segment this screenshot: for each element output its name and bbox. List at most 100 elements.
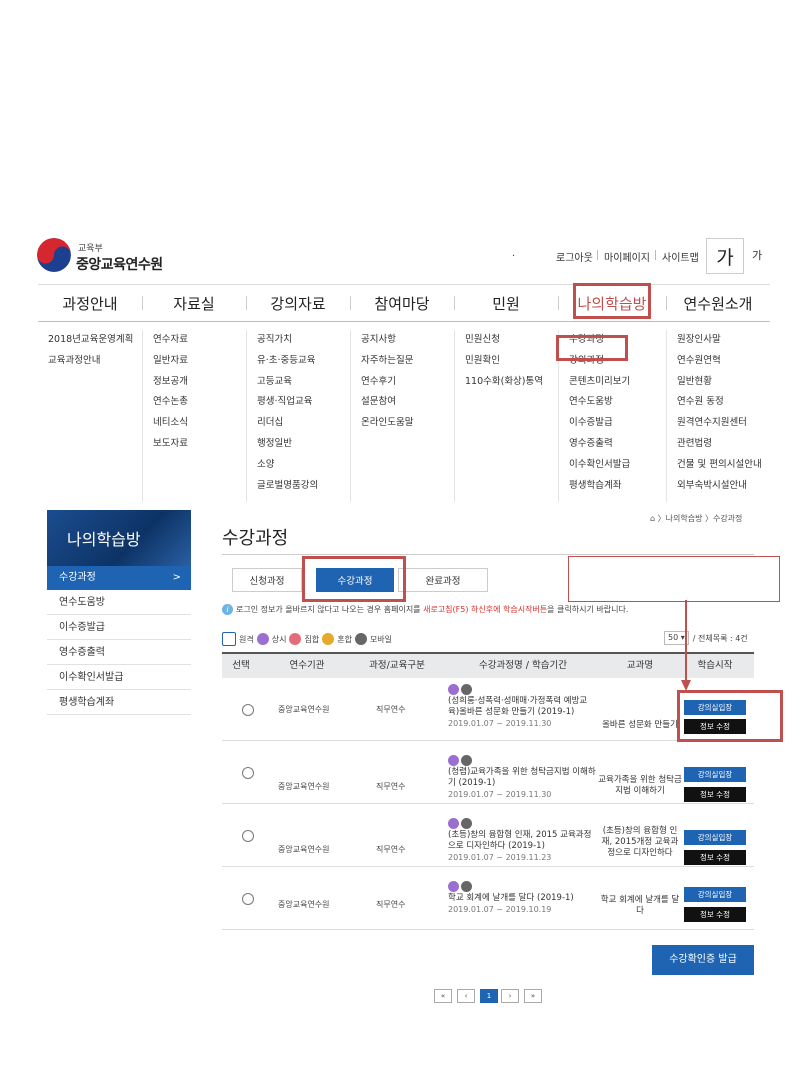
remote-icon bbox=[222, 632, 236, 646]
sidebar-item-courses[interactable]: 수강과정 > bbox=[47, 566, 191, 590]
mega-menu-link[interactable]: 네티소식 bbox=[143, 413, 247, 434]
mega-menu-link[interactable]: 민원신청 bbox=[455, 330, 559, 351]
mega-menu-link[interactable]: 보도자료 bbox=[143, 434, 247, 455]
mega-menu-link[interactable]: 리더십 bbox=[247, 413, 351, 434]
mega-menu-link[interactable]: 연수원 동정 bbox=[667, 392, 771, 413]
prev-page-button[interactable]: ‹ bbox=[457, 989, 475, 1003]
mega-menu-link[interactable]: 콘텐츠미리보기 bbox=[559, 372, 663, 393]
sidebar-item-help[interactable]: 연수도움방 bbox=[47, 591, 191, 615]
mega-menu-link[interactable]: 2018년교육운영계획 bbox=[38, 330, 142, 351]
mega-menu-link[interactable]: 행정일반 bbox=[247, 434, 351, 455]
mega-menu-link[interactable]: 공직가치 bbox=[247, 330, 351, 351]
last-page-button[interactable]: » bbox=[524, 989, 542, 1003]
row-radio[interactable] bbox=[242, 893, 254, 905]
row-course: (청렴)교육가족을 위한 청탁금지법 이해하기 (2019-1) 2019.01… bbox=[448, 755, 596, 800]
edit-info-button[interactable]: 정보 수정 bbox=[684, 907, 746, 922]
mega-menu-link[interactable]: 고등교육 bbox=[247, 372, 351, 393]
mega-menu-link[interactable]: 교육과정안내 bbox=[38, 351, 142, 372]
first-page-button[interactable]: « bbox=[434, 989, 452, 1003]
sidebar-item-confirmation[interactable]: 이수확인서발급 bbox=[47, 666, 191, 690]
row-radio[interactable] bbox=[242, 767, 254, 779]
col-course-name: 수강과정명 / 학습기간 bbox=[479, 660, 567, 671]
mega-menu-column: 원장인사말 연수원연혁 일반현황 연수원 동정 원격연수지원센터 관련법령 건물… bbox=[666, 330, 771, 502]
mega-menu-link[interactable]: 정보공개 bbox=[143, 372, 247, 393]
mega-menu-link[interactable]: 자주하는질문 bbox=[351, 351, 455, 372]
next-page-button[interactable]: › bbox=[501, 989, 519, 1003]
gnb-participation[interactable]: 참여마당 bbox=[350, 285, 454, 321]
notice-emphasis: 새로고침(F5) 하신후에 학습시작버튼 bbox=[423, 605, 548, 614]
row-course-title[interactable]: (청렴)교육가족을 위한 청탁금지법 이해하기 (2019-1) bbox=[448, 767, 596, 788]
gnb-highlight-box bbox=[573, 283, 651, 319]
row-subject: 교육가족을 위한 청탁금지법 이해하기 bbox=[598, 775, 682, 796]
font-size-small-button[interactable]: 가 bbox=[744, 238, 770, 272]
gnb-civil-affairs[interactable]: 민원 bbox=[454, 285, 558, 321]
edit-info-button[interactable]: 정보 수정 bbox=[684, 787, 746, 802]
tab-highlight-box bbox=[302, 556, 406, 602]
row-course-title[interactable]: (초등)창의 융합형 인재, 2015 교육과정으로 디자인하다 (2019-1… bbox=[448, 830, 591, 851]
mega-menu-link[interactable]: 이수확인서발급 bbox=[559, 455, 663, 476]
mega-menu-link[interactable]: 연수도움방 bbox=[559, 392, 663, 413]
font-size-large-button[interactable]: 가 bbox=[706, 238, 744, 274]
logo-institute-name[interactable]: 중앙교육연수원 bbox=[76, 254, 163, 274]
mega-menu-link[interactable]: 평생학습계좌 bbox=[559, 476, 663, 497]
mega-menu-link[interactable]: 원장인사말 bbox=[667, 330, 771, 351]
mega-menu-link[interactable]: 공지사항 bbox=[351, 330, 455, 351]
sidebar-item-receipt[interactable]: 영수증출력 bbox=[47, 641, 191, 665]
enter-classroom-button[interactable]: 강의실입장 bbox=[684, 767, 746, 782]
gnb-resources[interactable]: 자료실 bbox=[142, 285, 246, 321]
annotation-box bbox=[568, 556, 780, 602]
mega-menu-link[interactable]: 민원확인 bbox=[455, 351, 559, 372]
mega-menu-link[interactable]: 유·초·중등교육 bbox=[247, 351, 351, 372]
notice-text: 을 클릭하시기 바랍니다. bbox=[547, 605, 629, 614]
edit-info-button[interactable]: 정보 수정 bbox=[684, 850, 746, 865]
page-1-button[interactable]: 1 bbox=[480, 989, 498, 1003]
mega-menu-link[interactable]: 관련법령 bbox=[667, 434, 771, 455]
mega-menu-link[interactable]: 소양 bbox=[247, 455, 351, 476]
sidebar-item-learning-account[interactable]: 평생학습계좌 bbox=[47, 691, 191, 715]
legend-label: 집합 bbox=[304, 634, 320, 644]
mega-menu-link[interactable]: 연수후기 bbox=[351, 372, 455, 393]
mega-menu-link[interactable]: 연수논총 bbox=[143, 392, 247, 413]
mega-menu-column: 공직가치 유·초·중등교육 고등교육 평생·직업교육 리더십 행정일반 소양 글… bbox=[246, 330, 351, 502]
mega-menu-link[interactable]: 이수증발급 bbox=[559, 413, 663, 434]
row-period: 2019.01.07 ~ 2019.11.30 bbox=[448, 719, 552, 728]
mega-menu-link[interactable]: 설문참여 bbox=[351, 392, 455, 413]
ministry-logo-icon[interactable] bbox=[37, 238, 71, 272]
mega-menu-link[interactable]: 온라인도움말 bbox=[351, 413, 455, 434]
gnb-about[interactable]: 연수원소개 bbox=[666, 285, 770, 321]
mega-menu-link[interactable]: 글로벌명품강의 bbox=[247, 476, 351, 497]
mega-menu-link[interactable]: 연수원연혁 bbox=[667, 351, 771, 372]
tab-completed-courses[interactable]: 완료과정 bbox=[398, 568, 488, 592]
mega-menu-link[interactable]: 원격연수지원센터 bbox=[667, 413, 771, 434]
row-radio[interactable] bbox=[242, 830, 254, 842]
gnb-course-info[interactable]: 과정안내 bbox=[38, 285, 142, 321]
row-course-title[interactable]: (성희롱·성폭력·성매매·가정폭력 예방교육)올바른 성문화 만들기 (2019… bbox=[448, 696, 587, 717]
mega-menu-link[interactable]: 연수자료 bbox=[143, 330, 247, 351]
mega-menu-link[interactable]: 영수증출력 bbox=[559, 434, 663, 455]
sidebar-item-certificate[interactable]: 이수증발급 bbox=[47, 616, 191, 640]
logout-link[interactable]: 로그아웃 bbox=[556, 249, 593, 264]
mega-menu-link[interactable]: 일반현황 bbox=[667, 372, 771, 393]
util-divider bbox=[655, 250, 656, 260]
gnb-lecture-materials[interactable]: 강의자료 bbox=[246, 285, 350, 321]
mega-menu-link[interactable]: 평생·직업교육 bbox=[247, 392, 351, 413]
issue-certificate-button[interactable]: 수강확인증 발급 bbox=[652, 945, 754, 975]
enter-classroom-button[interactable]: 강의실입장 bbox=[684, 830, 746, 845]
sitemap-link[interactable]: 사이트맵 bbox=[662, 249, 699, 264]
row-course-title[interactable]: 학교 회계에 날개를 달다 (2019-1) bbox=[448, 893, 574, 903]
tab-applied-courses[interactable]: 신청과정 bbox=[232, 568, 302, 592]
mega-menu-link[interactable]: 외부숙박시설안내 bbox=[667, 476, 771, 497]
mega-menu-link[interactable]: 건물 및 편의시설안내 bbox=[667, 455, 771, 476]
mega-menu-link[interactable]: 일반자료 bbox=[143, 351, 247, 372]
row-institution: 중앙교육연수원 bbox=[278, 782, 330, 791]
home-icon[interactable]: ⌂ bbox=[650, 514, 655, 523]
sidebar-item-label: 수강과정 bbox=[59, 572, 96, 583]
table-header: 선택 연수기관 과정/교육구분 수강과정명 / 학습기간 교과명 학습시작 bbox=[222, 652, 754, 678]
total-count: / 전체목록 : 4건 bbox=[692, 633, 748, 643]
breadcrumb-text: 〉나의학습방 〉수강과정 bbox=[657, 514, 743, 523]
enter-classroom-button[interactable]: 강의실입장 bbox=[684, 887, 746, 902]
mega-menu-link[interactable]: 110수화(화상)통역 bbox=[455, 372, 559, 393]
row-type: 직무연수 bbox=[376, 900, 406, 909]
mypage-link[interactable]: 마이페이지 bbox=[604, 249, 650, 264]
row-radio[interactable] bbox=[242, 704, 254, 716]
